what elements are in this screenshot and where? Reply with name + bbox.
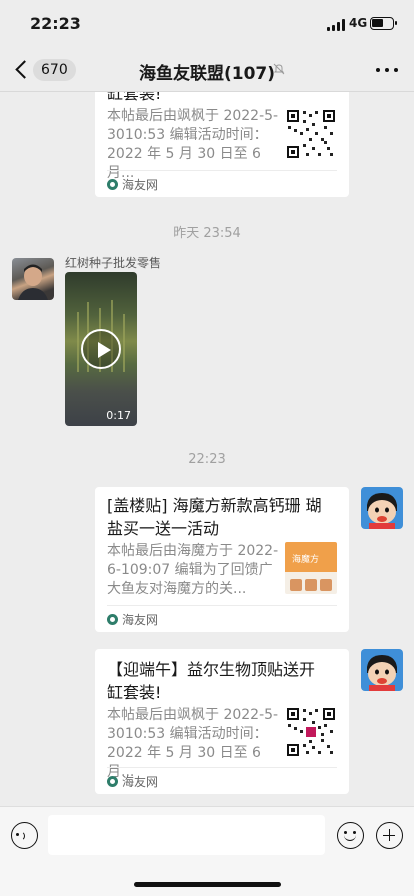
sender-name: 红树种子批发零售	[65, 256, 162, 270]
card-title-line1: [盖楼贴] 海魔方新款高钙珊 瑚	[107, 496, 322, 515]
qr-code-thumbnail	[285, 108, 337, 160]
emoji-icon[interactable]	[337, 822, 364, 849]
battery-icon	[370, 17, 397, 30]
chat-header: 670 海鱼友联盟(107)	[0, 48, 414, 92]
video-message[interactable]: 0:17	[65, 272, 137, 426]
card-source: 海友网	[107, 773, 158, 790]
signal-icon	[327, 19, 345, 31]
play-icon[interactable]	[81, 329, 121, 369]
message-list[interactable]: 缸套装! 本帖最后由飒枫于 2022-5-3010:53 编辑活动时间：2022…	[0, 92, 414, 806]
card-source-label: 海友网	[122, 613, 159, 627]
avatar[interactable]	[361, 487, 403, 529]
person-avatar-icon	[18, 264, 48, 300]
source-logo-icon	[107, 179, 118, 190]
qr-code-thumbnail	[285, 706, 337, 758]
link-card[interactable]: 缸套装! 本帖最后由飒枫于 2022-5-3010:53 编辑活动时间：2022…	[95, 92, 349, 197]
card-description: 本帖最后由飒枫于 2022-5-3010:53 编辑活动时间：2022 年 5 …	[107, 707, 279, 780]
card-title: 缸套装!	[107, 92, 162, 103]
card-source: 海友网	[107, 176, 158, 193]
card-divider	[107, 767, 337, 768]
mute-icon	[273, 63, 285, 75]
message-input[interactable]	[48, 815, 325, 855]
status-bar: 22:23 4G	[0, 0, 414, 48]
card-title-line2: 盐买一送一活动	[107, 519, 220, 538]
avatar[interactable]	[361, 649, 403, 691]
article-thumbnail: 海魔方	[285, 542, 337, 594]
video-duration: 0:17	[106, 409, 131, 422]
card-description: 本帖最后由海魔方于 2022-6-109:07 编辑为了回馈广大鱼友对海魔方的关…	[107, 543, 279, 597]
chat-timestamp: 昨天 23:54	[173, 226, 241, 241]
voice-input-icon[interactable]	[11, 822, 38, 849]
cartoon-avatar-icon	[367, 493, 397, 529]
card-source-label: 海友网	[122, 178, 159, 192]
home-indicator	[134, 882, 281, 887]
plus-icon[interactable]	[376, 822, 403, 849]
avatar[interactable]	[12, 258, 54, 300]
card-source: 海友网	[107, 611, 158, 628]
thumbnail-caption: 海魔方	[292, 555, 320, 565]
chat-title: 海鱼友联盟(107)	[138, 64, 276, 84]
card-divider	[107, 170, 337, 171]
network-label: 4G	[349, 16, 368, 30]
source-logo-icon	[107, 614, 118, 625]
source-logo-icon	[107, 776, 118, 787]
card-title-line1: 【迎端午】益尔生物顶贴送开	[107, 660, 316, 679]
link-card[interactable]: 【迎端午】益尔生物顶贴送开 缸套装! 本帖最后由飒枫于 2022-5-3010:…	[95, 649, 349, 794]
card-description: 本帖最后由飒枫于 2022-5-3010:53 编辑活动时间：2022 年 5 …	[107, 108, 279, 181]
card-divider	[107, 605, 337, 606]
cartoon-avatar-icon	[367, 655, 397, 691]
status-time: 22:23	[30, 14, 81, 33]
card-title-line2: 缸套装!	[107, 683, 162, 702]
card-source-label: 海友网	[122, 775, 159, 789]
chat-timestamp: 22:23	[188, 452, 226, 467]
more-icon[interactable]	[376, 68, 398, 73]
link-card[interactable]: [盖楼贴] 海魔方新款高钙珊 瑚 盐买一送一活动 本帖最后由海魔方于 2022-…	[95, 487, 349, 632]
